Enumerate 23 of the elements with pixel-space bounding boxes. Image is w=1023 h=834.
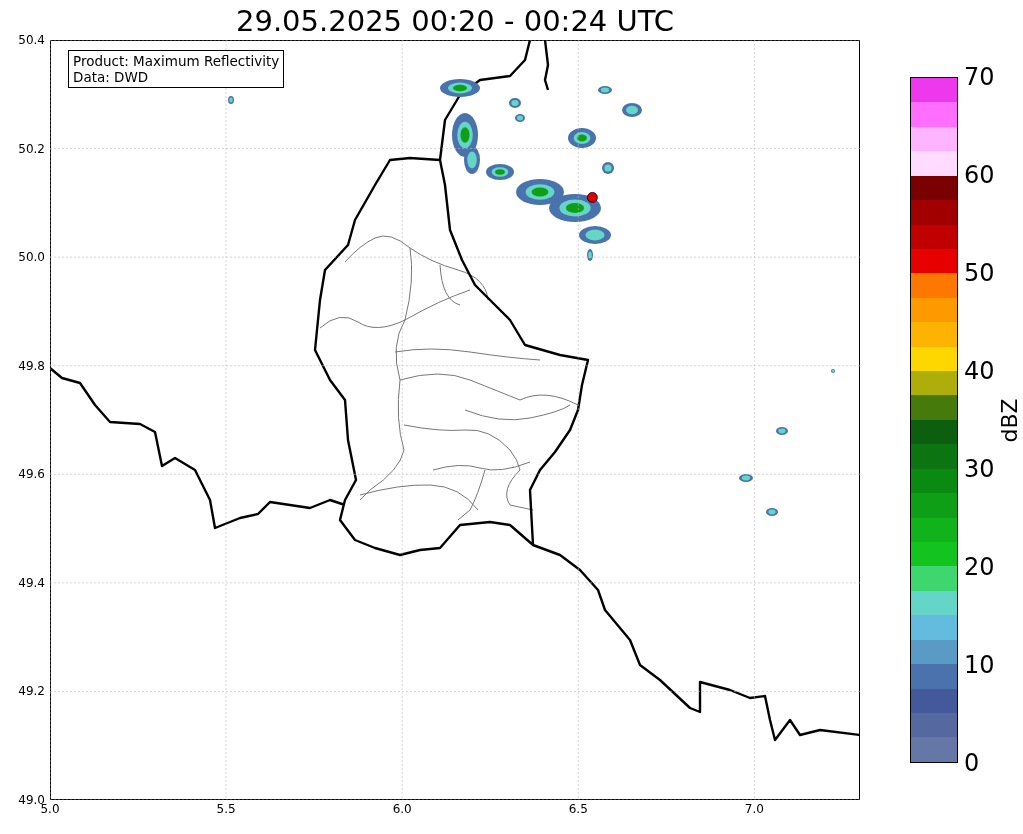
chart-title: 29.05.2025 00:20 - 00:24 UTC <box>235 3 675 40</box>
colorbar-tick-label: 50 <box>964 260 995 286</box>
y-tick-label: 50.4 <box>18 33 45 47</box>
y-tick-label: 49.8 <box>18 358 45 373</box>
y-tick-label: 49.6 <box>18 467 45 482</box>
y-tick-label: 49.4 <box>18 575 45 590</box>
x-tick-label: 6.5 <box>568 802 588 816</box>
info-text: Product: Maximum Reflectivity <box>73 53 280 69</box>
colorbar-tick-label: 40 <box>964 358 995 384</box>
colorbar-tick-label: 10 <box>964 652 995 678</box>
colorbar-tick-label: 20 <box>964 554 995 580</box>
colorbar-tick-label: 60 <box>964 162 995 188</box>
colorbar-tick-label: 70 <box>964 64 995 90</box>
colorbar-label: dBZ <box>996 397 1022 443</box>
y-tick-label: 50.0 <box>18 250 45 265</box>
info-text: Data: DWD <box>73 69 150 85</box>
x-tick-label: 5.5 <box>216 802 236 816</box>
y-tick-label: 49.2 <box>18 684 45 699</box>
colorbar-tick-label: 0 <box>964 750 980 776</box>
x-tick-label: 6.0 <box>392 802 412 816</box>
x-tick-label: 7.0 <box>744 802 764 816</box>
y-tick-label: 50.2 <box>18 141 45 156</box>
colorbar-tick-label: 30 <box>964 456 995 482</box>
